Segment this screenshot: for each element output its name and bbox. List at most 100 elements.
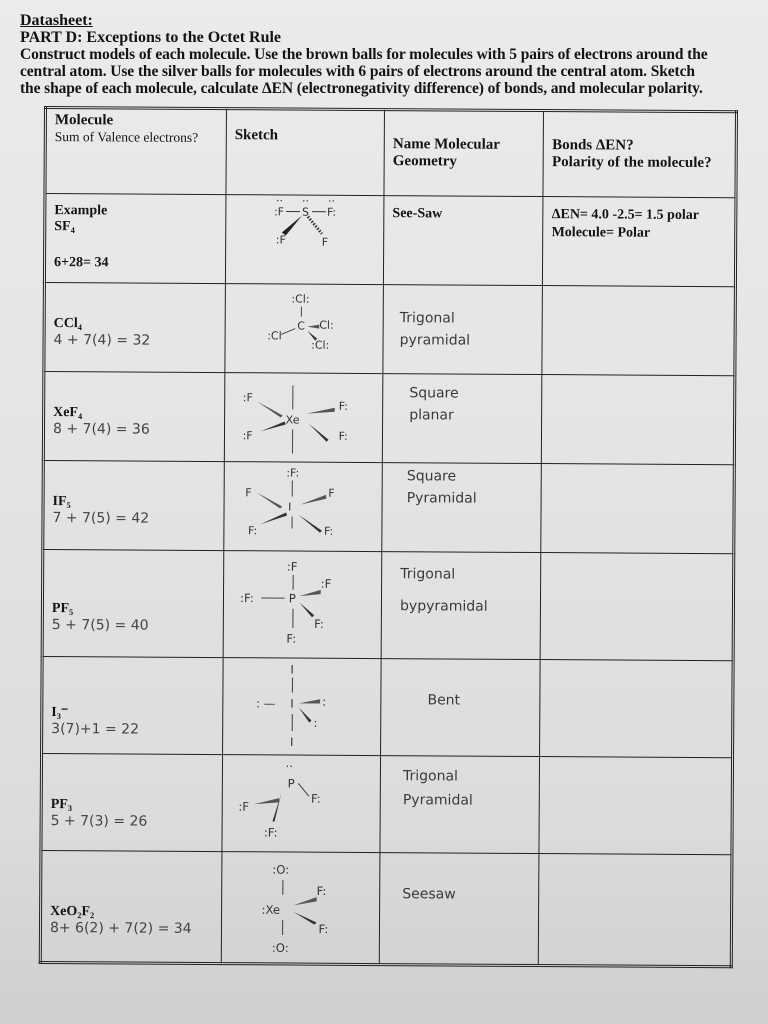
svg-text::F: :F <box>243 391 253 404</box>
svg-text:··: ·· <box>276 195 283 207</box>
sketch-cell: :F F::F F: Xe <box>224 372 383 463</box>
svg-text:··: ·· <box>328 195 335 208</box>
svg-text::F: :F <box>276 233 286 246</box>
svg-text::O:: :O: <box>272 863 289 877</box>
geometry-cell: Trigonal pyramidal <box>382 284 543 375</box>
svg-text:Xe: Xe <box>286 413 300 426</box>
header-geometry: Name Molecular Geometry <box>384 109 544 197</box>
table-row: XeO₂F₂ 8+ 6(2) + 7(2) = 34 :O: :Xe F: F:… <box>40 850 732 967</box>
geometry-cell: Square Pyramidal <box>381 462 542 553</box>
pf3-lewis-structure: ·· P F: :F :F: <box>222 755 380 852</box>
i3-lewis-structure: I : — I : : I <box>223 658 381 755</box>
sketch-cell: :F: F F I F: F: <box>223 461 383 552</box>
molecule-cell: I₃⁻ 3(7)+1 = 22 <box>41 656 224 755</box>
svg-text::: : <box>313 716 317 730</box>
sketch-cell: :O: :Xe F: F: :O: <box>221 851 381 965</box>
svg-text:F:: F: <box>318 922 328 936</box>
svg-text::Cl:: :Cl: <box>311 339 329 352</box>
svg-text::F: :F <box>321 577 332 591</box>
pf5-lewis-structure: :F :F: P :F F: F: <box>224 551 382 658</box>
table-row: I₃⁻ 3(7)+1 = 22 I : — I : : I Bent <box>41 656 734 758</box>
svg-text:P: P <box>287 777 294 791</box>
geometry-cell: Trigonal bypyramidal <box>381 551 542 660</box>
sketch-cell: ·· P F: :F :F: <box>221 754 381 853</box>
header-sketch: Sketch <box>225 108 385 196</box>
bonds-cell: ΔEN= 4.0 -2.5= 1.5 polar Molecule= Polar <box>542 196 736 287</box>
bonds-cell <box>539 756 733 855</box>
svg-text:F: F <box>322 236 328 249</box>
molecule-cell: XeO₂F₂ 8+ 6(2) + 7(2) = 34 <box>40 850 222 964</box>
svg-text:··: ·· <box>302 195 309 208</box>
svg-text::Cl:: :Cl: <box>291 293 309 306</box>
svg-text::F:: :F: <box>286 466 299 479</box>
svg-text:F:: F: <box>338 430 347 443</box>
svg-text:I: I <box>290 697 294 711</box>
instructions-line-3: the shape of each molecule, calculate ΔE… <box>20 80 703 97</box>
document-header: Datasheet: PART D: Exceptions to the Oct… <box>20 12 765 97</box>
instructions-line-2: central atom. Use the silver balls for m… <box>20 63 695 80</box>
table-row: Example SF₄ 6+28= 34 :F S F: :F F ·· ·· ·· Se… <box>44 193 736 287</box>
table-row: CCl₄ 4 + 7(4) = 32 :Cl: C :Cl Cl: :Cl: Tr… <box>43 282 736 376</box>
svg-text:F:: F: <box>317 884 327 898</box>
svg-text:I: I <box>290 735 294 749</box>
svg-text::Xe: :Xe <box>261 903 280 917</box>
svg-text:F: F <box>245 486 251 499</box>
datasheet-title: Datasheet: <box>20 12 93 29</box>
bonds-cell <box>539 659 734 758</box>
svg-text:F:: F: <box>248 524 257 537</box>
svg-text:F:: F: <box>324 525 333 538</box>
geometry-cell: Square planar <box>382 373 543 464</box>
molecule-cell: CCl₄ 4 + 7(4) = 32 <box>43 282 226 373</box>
bonds-cell <box>538 853 732 967</box>
svg-text:··: ·· <box>285 759 293 773</box>
geometry-cell: Bent <box>380 658 541 757</box>
sketch-cell: :F :F: P :F F: F: <box>223 550 382 659</box>
svg-text::: : <box>322 695 326 709</box>
bonds-cell <box>540 552 734 661</box>
datasheet-table: Molecule Sum of Valence electrons? Sketc… <box>38 106 738 969</box>
sketch-cell: :F S F: :F F ·· ·· ·· <box>225 194 385 285</box>
xeo2f2-lewis-structure: :O: :Xe F: F: :O: <box>222 852 380 963</box>
molecule-cell: Example SF₄ 6+28= 34 <box>44 193 226 284</box>
table-row: IF₅ 7 + 7(5) = 42 :F: F F I F: F: Square P… <box>42 460 735 554</box>
svg-text::F:: :F: <box>264 825 278 839</box>
svg-text::F: :F <box>287 560 298 574</box>
molecule-cell: XeF₄ 8 + 7(4) = 36 <box>43 371 225 462</box>
svg-text:F: F <box>328 487 334 500</box>
svg-text:F:: F: <box>286 632 296 646</box>
header-bonds: Bonds ΔEN? Polarity of the molecule? <box>543 110 737 198</box>
molecule-cell: PF₅ 5 + 7(5) = 40 <box>42 549 224 658</box>
xef4-lewis-structure: :F F::F F: Xe <box>225 373 383 462</box>
table-row: PF₅ 5 + 7(5) = 40 :F :F: P :F F: F: Trig… <box>42 549 734 661</box>
geometry-cell: See-Saw <box>383 195 544 286</box>
bonds-cell <box>542 285 736 376</box>
svg-text::O:: :O: <box>272 941 289 955</box>
svg-text::F: :F <box>238 800 249 814</box>
instructions-line-1: Construct models of each molecule. Use t… <box>20 46 708 63</box>
svg-text:Cl:: Cl: <box>319 319 334 332</box>
svg-text::F:: :F: <box>240 591 254 605</box>
svg-text:: —: : — <box>256 696 276 710</box>
bonds-cell <box>541 463 735 554</box>
svg-text::F: :F <box>242 429 252 442</box>
svg-text:I: I <box>288 500 291 513</box>
sf4-lewis-structure: :F S F: :F F ·· ·· ·· <box>226 194 384 284</box>
if5-lewis-structure: :F: F F I F: F: <box>224 462 382 551</box>
geometry-cell: Trigonal Pyramidal <box>380 755 540 854</box>
table-row: XeF₄ 8 + 7(4) = 36 :F F::F F: Xe Square pl… <box>43 371 735 465</box>
svg-text:F:: F: <box>339 400 348 413</box>
svg-text:F:: F: <box>311 792 321 806</box>
bonds-cell <box>541 374 735 465</box>
sketch-cell: :Cl: C :Cl Cl: :Cl: <box>224 283 384 374</box>
header-molecule: Molecule Sum of Valence electrons? <box>44 107 227 195</box>
svg-text:P: P <box>289 591 296 605</box>
ccl4-lewis-structure: :Cl: C :Cl Cl: :Cl: <box>225 284 383 373</box>
table-row: PF₃ 5 + 7(3) = 26 ·· P F: :F :F: Trigonal… <box>40 753 733 855</box>
table-header-row: Molecule Sum of Valence electrons? Sketc… <box>44 107 737 198</box>
geometry-cell: Seesaw <box>379 852 540 966</box>
molecule-cell: PF₃ 5 + 7(3) = 26 <box>40 753 223 852</box>
molecule-cell: IF₅ 7 + 7(5) = 42 <box>42 460 225 551</box>
svg-text:F:: F: <box>314 617 324 631</box>
svg-text:C: C <box>297 320 305 333</box>
svg-text::Cl: :Cl <box>267 329 282 342</box>
